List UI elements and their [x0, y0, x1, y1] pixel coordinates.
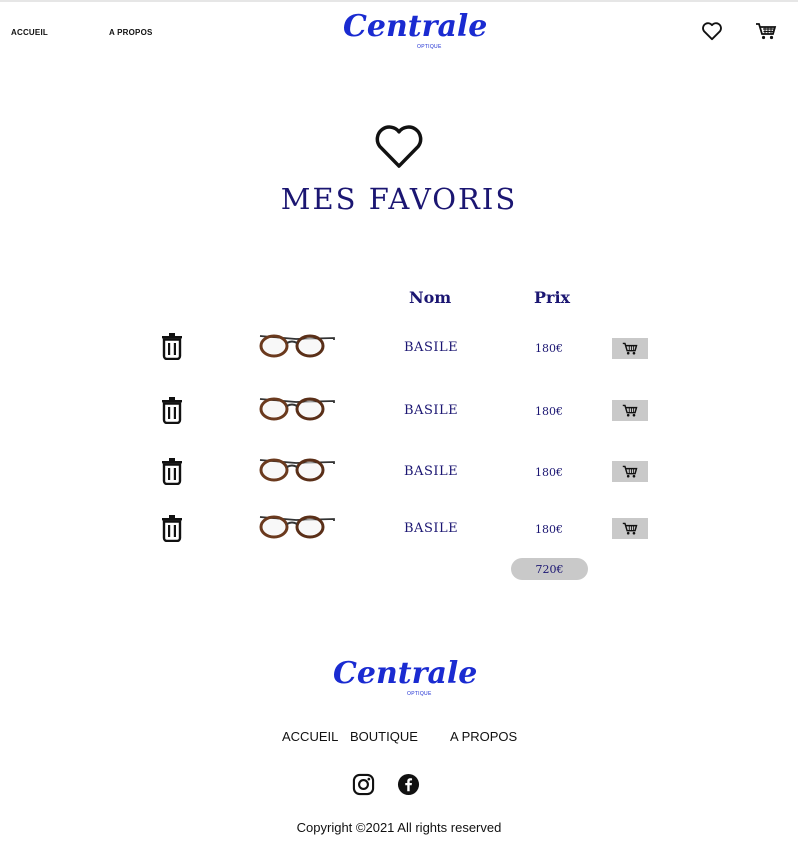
trash-icon[interactable]: [161, 457, 183, 490]
glasses-image[interactable]: [258, 512, 336, 547]
product-price: 180€: [535, 342, 563, 355]
table-row: BASILE 180€: [0, 330, 798, 370]
product-name[interactable]: BASILE: [404, 521, 458, 536]
footer-logo[interactable]: Centrale OPTIQUE: [333, 656, 478, 699]
total-price: 720€: [511, 558, 588, 580]
logo-script-text: Centrale: [343, 9, 488, 44]
shopping-cart-icon: [622, 404, 638, 417]
add-to-cart-button[interactable]: [612, 461, 648, 482]
product-price: 180€: [535, 405, 563, 418]
top-border: [0, 0, 798, 2]
title-heart-icon: [372, 122, 426, 175]
shopping-cart-icon[interactable]: [755, 22, 777, 45]
nav-accueil[interactable]: ACCUEIL: [11, 28, 48, 37]
page-title: MES FAVORIS: [280, 182, 518, 216]
product-price: 180€: [535, 466, 563, 479]
column-header-nom: Nom: [409, 288, 452, 307]
header-logo[interactable]: Centrale OPTIQUE: [343, 9, 488, 52]
instagram-icon[interactable]: [352, 773, 375, 801]
table-row: BASILE 180€: [0, 393, 798, 433]
trash-icon[interactable]: [161, 514, 183, 547]
glasses-image[interactable]: [258, 331, 336, 366]
trash-icon[interactable]: [161, 396, 183, 429]
table-row: BASILE 180€: [0, 454, 798, 494]
copyright-text: Copyright ©2021 All rights reserved: [296, 820, 502, 835]
glasses-image[interactable]: [258, 394, 336, 429]
glasses-image[interactable]: [258, 455, 336, 490]
product-name[interactable]: BASILE: [404, 340, 458, 355]
logo-sub-text: OPTIQUE: [417, 44, 442, 50]
product-name[interactable]: BASILE: [404, 464, 458, 479]
add-to-cart-button[interactable]: [612, 518, 648, 539]
heart-icon[interactable]: [701, 21, 723, 46]
product-price: 180€: [535, 523, 563, 536]
trash-icon[interactable]: [161, 332, 183, 365]
footer-logo-script-text: Centrale: [333, 656, 478, 691]
nav-a-propos[interactable]: A PROPOS: [109, 28, 153, 37]
table-row: BASILE 180€: [0, 511, 798, 551]
add-to-cart-button[interactable]: [612, 338, 648, 359]
product-name[interactable]: BASILE: [404, 403, 458, 418]
column-header-prix: Prix: [534, 288, 571, 307]
facebook-icon[interactable]: [397, 773, 420, 801]
footer-link-boutique[interactable]: BOUTIQUE: [350, 729, 418, 744]
footer-logo-sub-text: OPTIQUE: [407, 691, 432, 697]
shopping-cart-icon: [622, 522, 638, 535]
shopping-cart-icon: [622, 465, 638, 478]
footer-link-accueil[interactable]: ACCUEIL: [282, 729, 338, 744]
shopping-cart-icon: [622, 342, 638, 355]
footer-link-a-propos[interactable]: A PROPOS: [450, 729, 517, 744]
add-to-cart-button[interactable]: [612, 400, 648, 421]
